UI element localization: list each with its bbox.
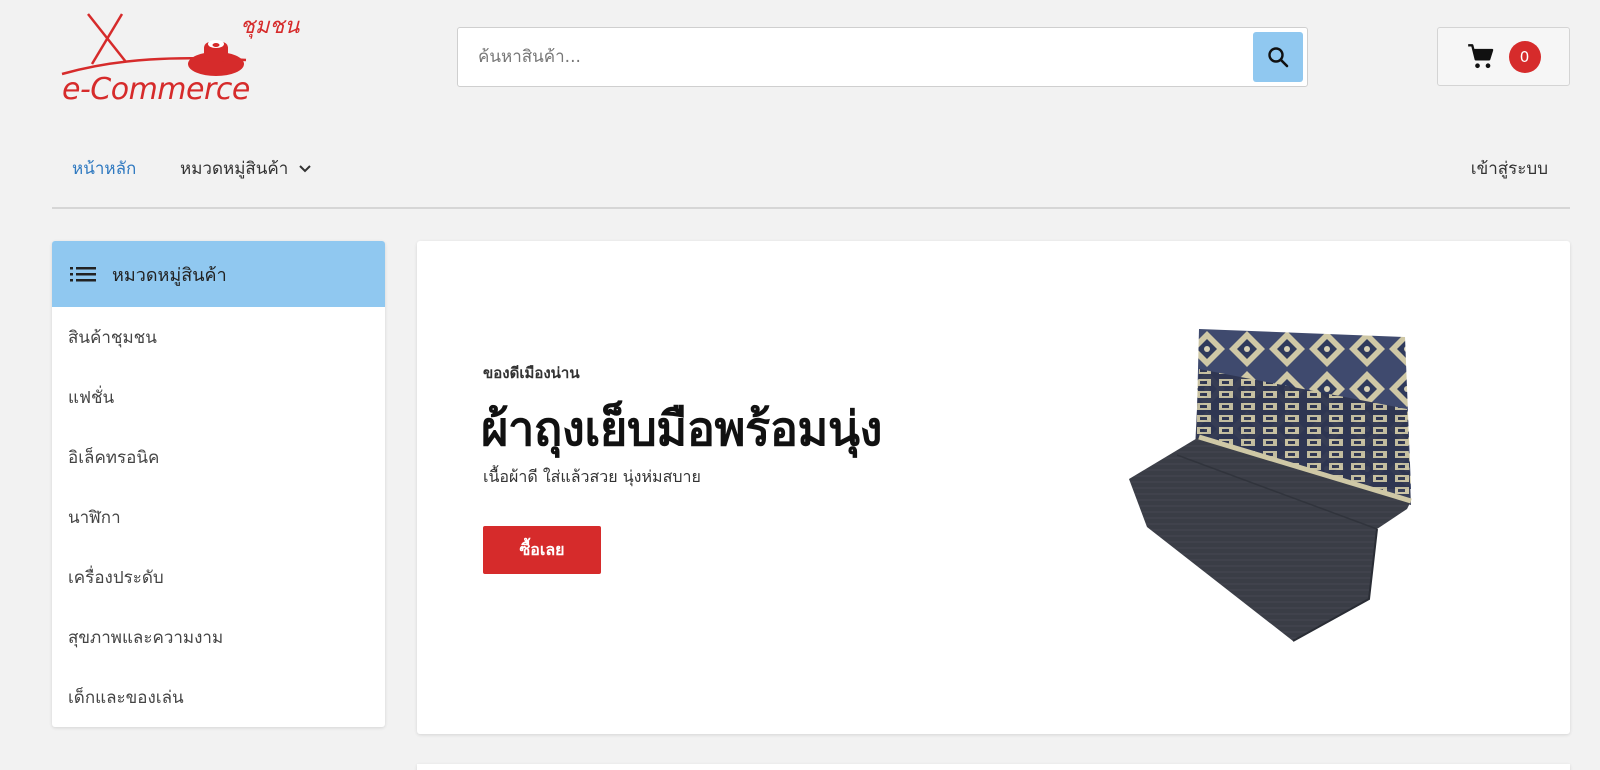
nav-categories-dropdown[interactable]: หมวดหมู่สินค้า <box>180 155 312 182</box>
nav-home-link[interactable]: หน้าหลัก <box>72 155 136 182</box>
cart-count-badge: 0 <box>1508 40 1541 73</box>
next-section-card <box>417 764 1570 770</box>
search-bar <box>457 27 1308 87</box>
cart-icon <box>1467 43 1493 68</box>
sidebar-item-fashion[interactable]: แฟชั่น <box>52 367 385 427</box>
sidebar-item-jewelry[interactable]: เครื่องประดับ <box>52 547 385 607</box>
search-icon <box>1268 47 1289 68</box>
sidebar-item-kids-toys[interactable]: เด็กและของเล่น <box>52 667 385 727</box>
cart-button[interactable]: 0 <box>1437 27 1570 86</box>
sidebar-header: หมวดหมู่สินค้า <box>52 241 385 307</box>
banner-title: ผ้าถุงเย็บมือพร้อมนุ่ง <box>481 402 883 457</box>
sidebar-item-watches[interactable]: นาฬิกา <box>52 487 385 547</box>
site-logo[interactable]: ชุมชน e-Commerce <box>58 8 308 108</box>
category-sidebar: หมวดหมู่สินค้า สินค้าชุมชน แฟชั่น อิเล็ค… <box>52 241 385 727</box>
hero-banner: ของดีเมืองน่าน ผ้าถุงเย็บมือพร้อมนุ่ง เน… <box>417 241 1570 734</box>
banner-kicker: ของดีเมืองน่าน <box>483 364 580 382</box>
sidebar-item-electronics[interactable]: อิเล็คทรอนิค <box>52 427 385 487</box>
main-nav: หน้าหลัก หมวดหมู่สินค้า เข้าสู่ระบบ <box>52 135 1570 209</box>
chevron-down-icon <box>299 164 312 172</box>
buy-now-button[interactable]: ซื้อเลย <box>483 526 601 574</box>
login-link[interactable]: เข้าสู่ระบบ <box>1471 155 1548 182</box>
search-input[interactable] <box>458 28 1248 86</box>
logo-community-text: ชุมชน <box>240 14 300 39</box>
banner-subtitle: เนื้อผ้าดี ใส่แล้วสวย นุ่งห่มสบาย <box>483 467 701 486</box>
sidebar-item-health-beauty[interactable]: สุขภาพและความงาม <box>52 607 385 667</box>
product-image-sarong <box>1129 329 1412 642</box>
sidebar-title: หมวดหมู่สินค้า <box>112 264 227 286</box>
sidebar-item-community[interactable]: สินค้าชุมชน <box>52 307 385 367</box>
logo-text: e-Commerce <box>62 72 250 107</box>
search-button[interactable] <box>1253 32 1303 82</box>
nav-categories-label: หมวดหมู่สินค้า <box>180 159 289 179</box>
list-icon <box>70 267 96 282</box>
